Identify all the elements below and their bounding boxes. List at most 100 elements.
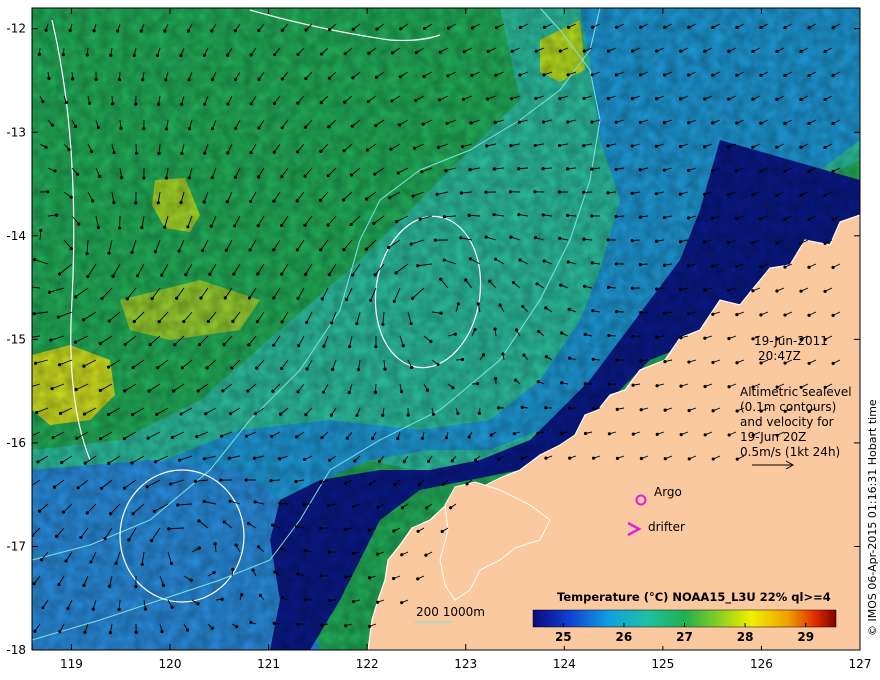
velocity-arrow-head [170,605,174,609]
velocity-arrow-head [512,432,516,436]
velocity-arrow-head [257,77,261,81]
velocity-arrow-head [280,223,284,228]
velocity-arrow-head [390,99,394,103]
velocity-arrow-head [57,272,62,276]
velocity-arrow-head [373,172,377,176]
velocity-arrow-head [417,482,421,487]
velocity-arrow-head [438,50,442,54]
velocity-arrow-head [64,100,68,105]
velocity-arrow-head [727,288,731,293]
velocity-arrow-head [831,169,835,174]
velocity-arrow-head [210,78,214,82]
velocity-arrow-head [494,26,499,30]
velocity-arrow-head [33,258,37,262]
velocity-arrow-head [58,411,63,415]
velocity-arrow-head [170,435,174,439]
velocity-arrow-head [451,386,455,390]
isobath-key-label: 200 1000m [416,605,485,619]
velocity-arrow-head [251,568,255,572]
velocity-arrow-head [662,120,667,125]
velocity-arrow-head [799,193,803,197]
velocity-arrow-head [177,249,181,253]
velocity-arrow-head [83,461,87,465]
velocity-arrow-head [202,499,206,504]
velocity-arrow-head [226,151,230,155]
velocity-arrow-head [565,167,570,171]
velocity-arrow-head [295,435,299,439]
velocity-arrow-head [607,432,612,436]
velocity-arrow-head [395,219,399,224]
velocity-arrow-head [54,213,59,217]
velocity-arrow-head [114,561,118,565]
x-tick-label: 122 [356,657,379,671]
velocity-arrow-head [117,607,121,611]
velocity-arrow-head [510,49,514,53]
velocity-arrow-head [109,512,113,516]
velocity-arrow-head [280,77,284,81]
velocity-arrow-head [272,621,276,626]
sst-map-figure: 119 120 121 122 123 124 125 126 127 -12 -13 -14 -15… [6,7,879,671]
velocity-arrow-head [759,73,763,78]
velocity-arrow-head [118,226,122,230]
velocity-arrow-head [246,389,250,393]
velocity-arrow-head [606,144,610,148]
velocity-arrow-head [679,433,683,437]
velocity-arrow-head [79,535,83,540]
velocity-arrow-head [520,405,524,409]
velocity-arrow-head [735,217,739,221]
velocity-arrow-head [759,169,763,173]
velocity-arrow-head [414,98,418,103]
altimetry-line-4: 19-Jun 20Z [740,430,806,444]
x-tick-label: 119 [60,657,83,671]
velocity-arrow-head [492,213,496,217]
velocity-arrow-head [328,28,332,32]
velocity-arrow-head [130,461,134,465]
colorbar-tick-label: 27 [676,630,693,644]
velocity-arrow-head [327,458,332,462]
velocity-arrow-head [295,248,299,252]
velocity-arrow-head [180,102,184,106]
velocity-arrow-head [631,334,635,339]
velocity-arrow-head [187,127,192,131]
velocity-arrow-head [566,73,570,77]
velocity-arrow-head [663,408,667,412]
velocity-arrow-head [655,384,659,388]
altimetry-line-1: Altimetric sealevel [740,385,852,399]
velocity-arrow-head [639,359,643,363]
velocity-arrow-head [231,319,235,324]
velocity-arrow-head [349,173,354,177]
velocity-arrow-head [663,25,667,29]
velocity-arrow-head [327,599,332,603]
velocity-arrow-head [85,53,89,57]
velocity-arrow-head [534,96,538,101]
velocity-arrow-head [416,264,420,268]
velocity-arrow-head [386,245,391,250]
velocity-arrow-head [127,538,131,542]
velocity-arrow-head [566,120,570,124]
velocity-arrow-head [294,479,298,484]
velocity-arrow-head [233,175,237,179]
velocity-arrow-head [711,25,715,30]
velocity-arrow-head [410,296,415,300]
velocity-arrow-head [327,550,331,554]
velocity-arrow-head [485,144,489,148]
velocity-arrow-head [180,366,184,370]
velocity-arrow-head [590,167,594,171]
velocity-arrow-head [663,73,667,77]
velocity-arrow-head [187,176,191,180]
velocity-arrow-head [197,519,201,523]
velocity-arrow-head [484,190,488,194]
velocity-arrow-head [304,28,308,32]
velocity-arrow-head [349,222,353,227]
velocity-arrow-head [37,52,41,56]
velocity-arrow-head [305,367,309,371]
velocity-arrow-head [255,319,260,324]
velocity-arrow-head [44,28,48,32]
velocity-arrow-head [187,78,191,82]
velocity-arrow-head [371,436,375,441]
velocity-arrow-head [476,302,480,306]
velocity-arrow-head [783,217,787,221]
velocity-arrow-head [205,366,209,370]
velocity-arrow-head [711,457,715,461]
velocity-arrow-head [582,96,586,101]
